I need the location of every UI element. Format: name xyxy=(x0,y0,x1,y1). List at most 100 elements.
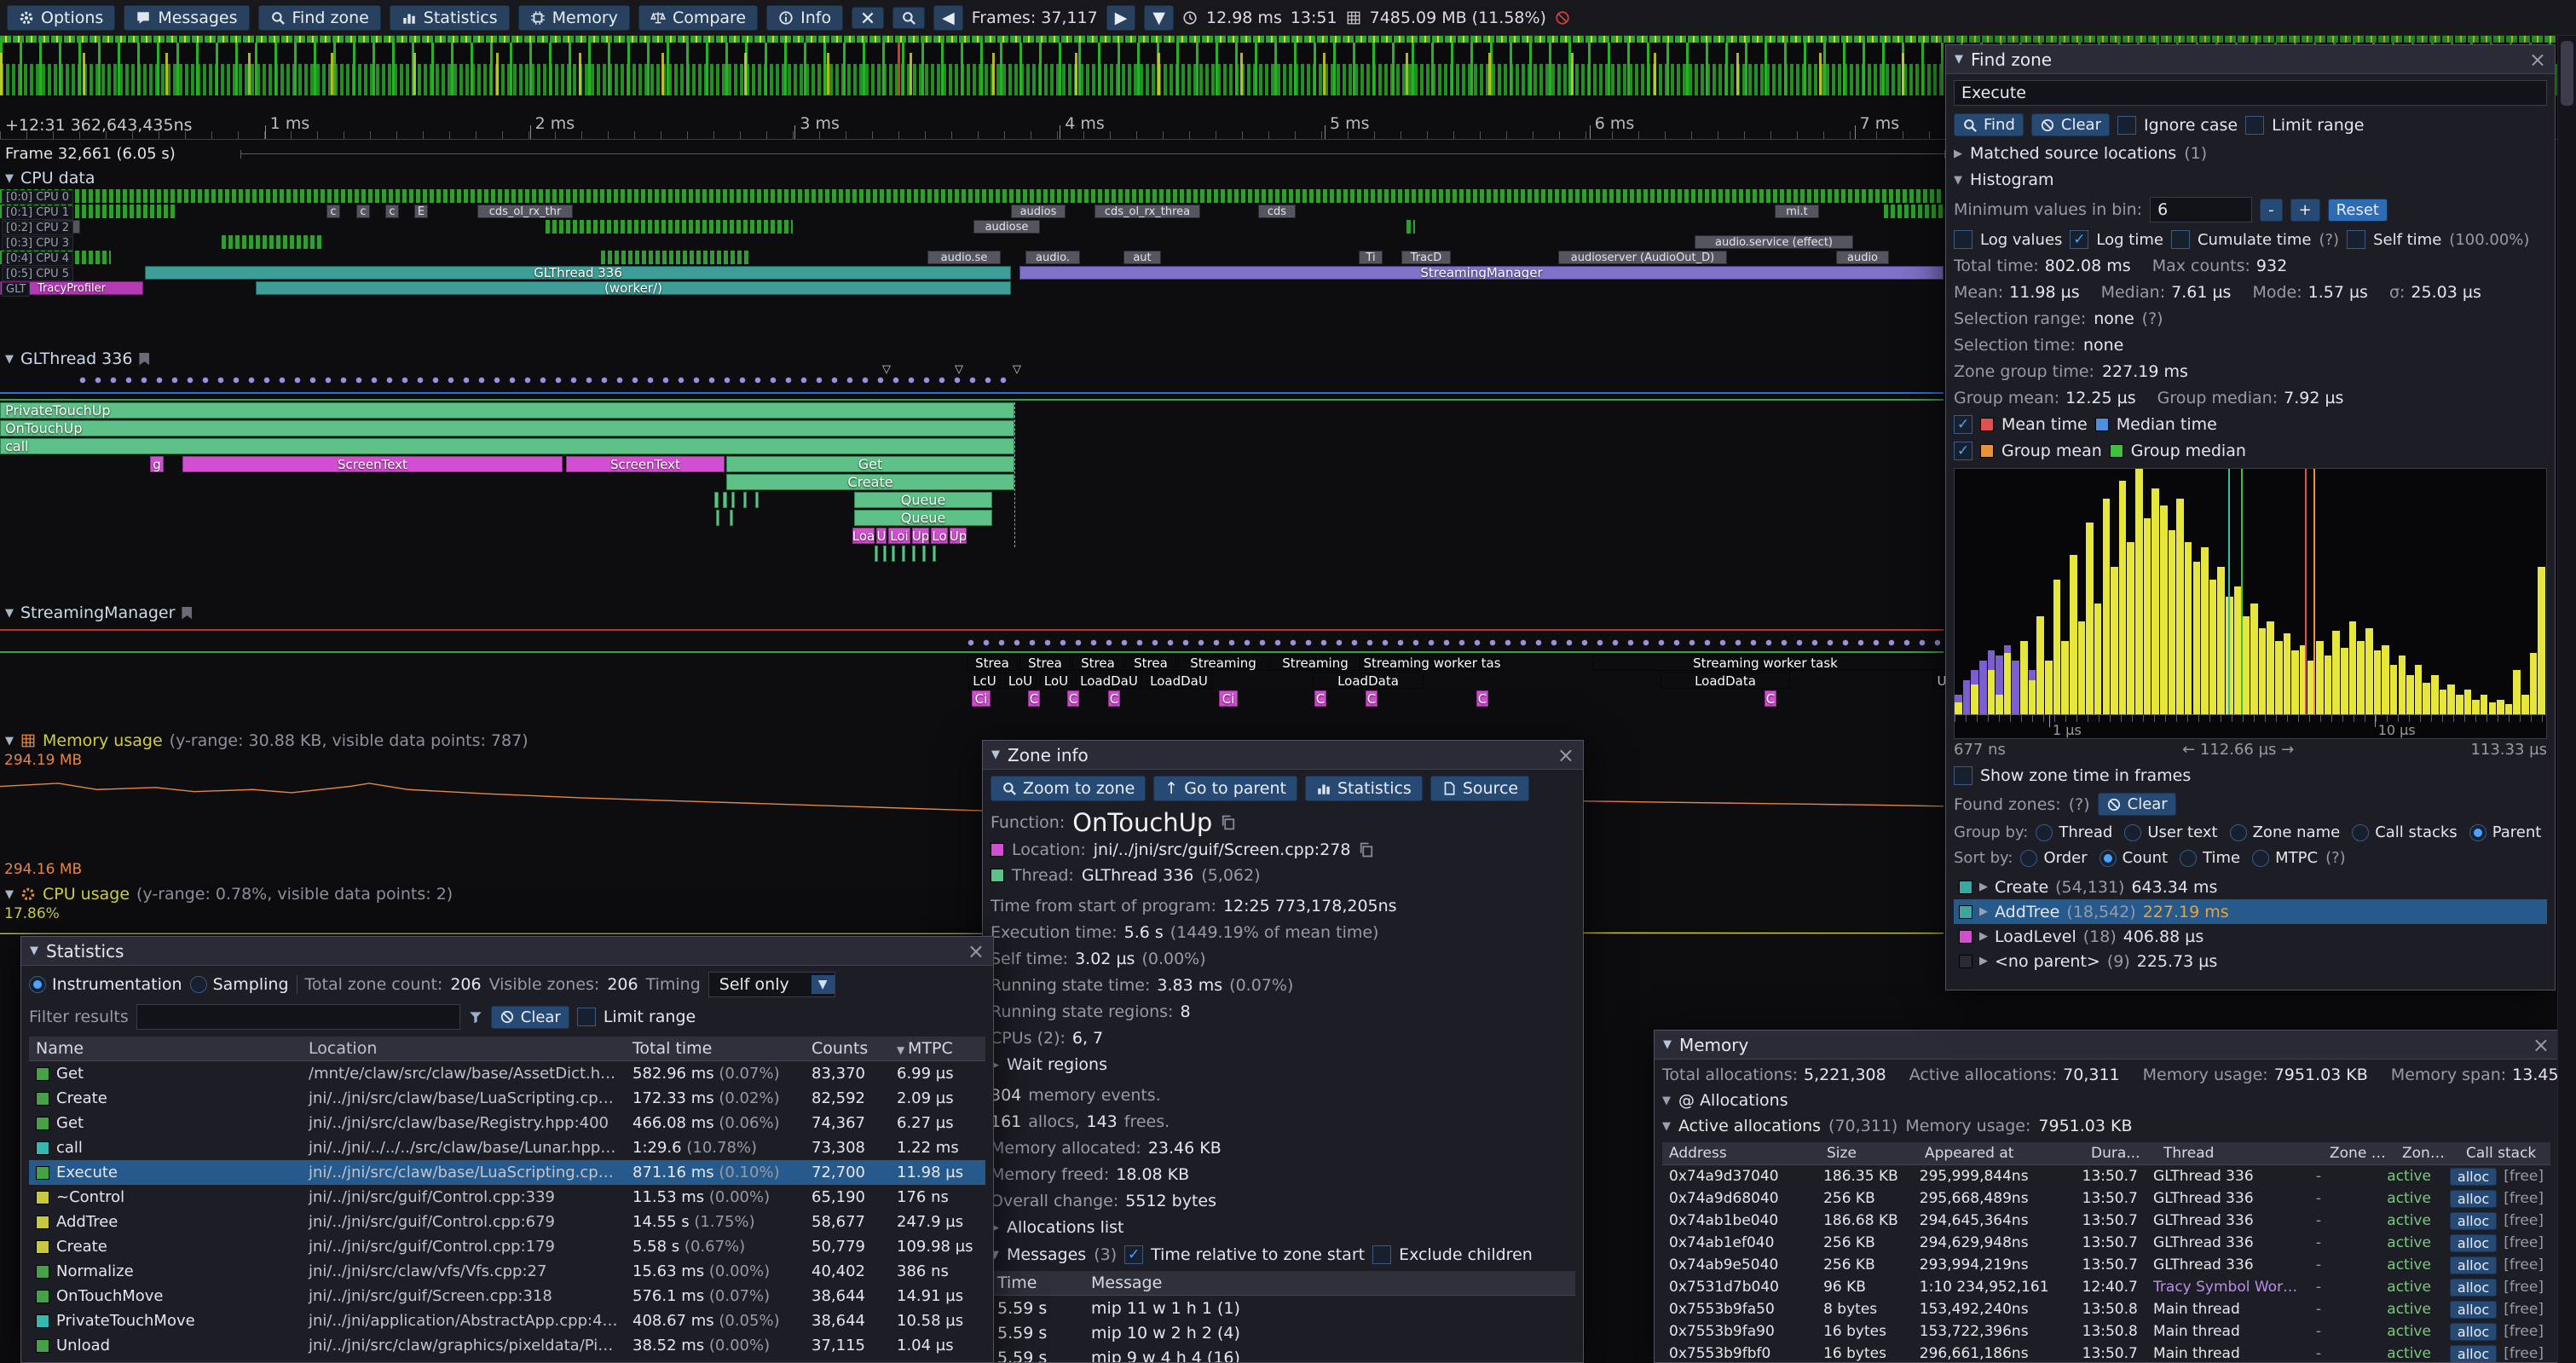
zone-bar[interactable] xyxy=(716,510,719,526)
zone-bar[interactable]: Ë xyxy=(414,205,428,218)
zone-bar[interactable]: audio.se xyxy=(927,251,1001,264)
zone-bar[interactable]: c xyxy=(356,205,370,218)
zone-bar[interactable] xyxy=(875,546,878,562)
zone-bar[interactable]: Up xyxy=(912,528,929,544)
zone-bar[interactable]: Ci xyxy=(972,690,991,707)
glthread-section-header[interactable]: ▼ GLThread 336 xyxy=(5,349,149,368)
message-row[interactable]: 5.59 s mip 9 w 4 h 4 (16) xyxy=(991,1345,1575,1362)
allocation-row[interactable]: 0x7531d7b040 96 KB 1:10 234,952,161 12:4… xyxy=(1662,1276,2550,1298)
statistics-table-header[interactable]: Name Location Total time Counts ▼ MTPC xyxy=(29,1037,985,1061)
zone-bar[interactable]: audioserver (AudioOut_D) xyxy=(1558,251,1727,264)
zone-bar[interactable] xyxy=(723,492,727,508)
memory-usage-graph[interactable] xyxy=(0,755,1944,859)
allocation-row[interactable]: 0x74ab1ef040 256 KB 294,629,948ns 13:50.… xyxy=(1662,1232,2550,1254)
matched-source-locations-toggle[interactable]: ▶ Matched source locations (1) xyxy=(1954,144,2547,163)
zone-bar[interactable]: Streaming worker task xyxy=(1592,655,1938,671)
found-zone-group[interactable]: ▶ LoadLevel (18) 406.88 µs xyxy=(1954,924,2547,949)
vertical-scrollbar[interactable] xyxy=(2557,36,2576,1363)
zone-bar[interactable]: PrivateTouchUp xyxy=(0,402,1014,419)
messages-button[interactable]: Messages xyxy=(124,5,249,31)
alloc-callstack-button[interactable]: alloc xyxy=(2450,1168,2497,1186)
streaming-zone-rows[interactable]: StreaStreaStreaStreaStreamingStreamingSt… xyxy=(0,655,1944,708)
zone-bar[interactable] xyxy=(922,546,926,562)
alloc-callstack-button[interactable]: alloc xyxy=(2450,1234,2497,1252)
allocation-row[interactable]: 0x74ab1be040 186.68 KB 294,645,364ns 13:… xyxy=(1662,1210,2550,1232)
alloc-callstack-button[interactable]: alloc xyxy=(2450,1301,2497,1319)
location-value[interactable]: jni/../jni/src/guif/Screen.cpp:278 xyxy=(1094,840,1351,859)
bookmark-icon[interactable] xyxy=(182,607,192,620)
clear-found-button[interactable]: Clear xyxy=(2098,793,2176,816)
help-icon[interactable]: (?) xyxy=(2325,849,2346,867)
zone-bar[interactable] xyxy=(883,546,887,562)
info-button[interactable]: Info xyxy=(766,5,843,31)
draw-group-lines-checkbox[interactable]: ✓ xyxy=(1954,442,1972,460)
found-zone-group[interactable]: ▶ <no parent> (9) 225.73 µs xyxy=(1954,949,2547,973)
zone-bar[interactable]: LoU xyxy=(1040,673,1072,689)
zone-bar[interactable]: Lo xyxy=(931,528,948,544)
zone-bar[interactable] xyxy=(601,251,750,264)
close-icon[interactable]: × xyxy=(967,941,985,962)
cpu-core-rows[interactable]: [0:0] CPU 0cccËcds_ol_rx_thraudioscds_ol… xyxy=(0,189,1944,297)
zone-bar[interactable]: Streaming xyxy=(1270,655,1360,671)
show-zone-time-checkbox[interactable]: ✓ xyxy=(1954,766,1972,785)
zone-bar[interactable]: audiose xyxy=(973,220,1040,234)
zone-bar[interactable]: c xyxy=(326,205,340,218)
draw-mean-lines-checkbox[interactable]: ✓ xyxy=(1954,415,1972,434)
column-name[interactable]: Name xyxy=(29,1037,302,1060)
zone-bar[interactable]: LoadData xyxy=(1661,673,1790,689)
zone-bar[interactable]: LoadDaU xyxy=(1146,673,1212,689)
go-to-parent-button[interactable]: ↑Go to parent xyxy=(1153,776,1297,801)
zone-bar[interactable]: (worker/) xyxy=(256,281,1011,295)
zone-bar[interactable] xyxy=(902,546,905,562)
zone-bar[interactable] xyxy=(743,492,747,508)
zone-statistics-button[interactable]: Statistics xyxy=(1305,776,1423,801)
next-frame-button[interactable]: ▶ xyxy=(1106,5,1136,31)
frame-overview-strip[interactable] xyxy=(0,36,2557,43)
zone-bar[interactable]: Queue xyxy=(854,510,992,526)
allocations-table-header[interactable]: Address Size Appeared at Dura... Thread … xyxy=(1662,1142,2550,1165)
zone-bar[interactable]: C xyxy=(1476,690,1488,707)
group-by-radio[interactable]: Zone name xyxy=(2230,823,2341,841)
zone-bar[interactable]: TracD xyxy=(1401,251,1451,264)
zone-bar[interactable] xyxy=(912,546,915,562)
exclude-children-checkbox[interactable]: ✓ xyxy=(1372,1245,1391,1264)
alloc-callstack-button[interactable]: alloc xyxy=(2450,1212,2497,1230)
zone-bar[interactable]: Strea xyxy=(1072,655,1123,671)
help-icon[interactable]: (?) xyxy=(2069,795,2090,814)
zone-bar[interactable]: StreamingManager xyxy=(1019,266,1944,280)
alloc-callstack-button[interactable]: alloc xyxy=(2450,1256,2497,1274)
zone-bar[interactable]: Strea xyxy=(1125,655,1176,671)
alloc-callstack-button[interactable]: alloc xyxy=(2450,1279,2497,1297)
zone-bar[interactable]: cds xyxy=(1258,205,1296,218)
column-counts[interactable]: Counts xyxy=(805,1037,890,1060)
zone-bar[interactable]: Up xyxy=(950,528,967,544)
instrumentation-radio[interactable]: Instrumentation xyxy=(29,975,182,994)
allocation-row[interactable]: 0x7553b9fa50 8 bytes 153,492,240ns 13:50… xyxy=(1662,1298,2550,1320)
bookmark-icon[interactable] xyxy=(139,353,149,366)
zone-bar[interactable]: Queue xyxy=(854,492,992,508)
thread-name[interactable]: GLThread 336 xyxy=(1082,866,1193,885)
options-button[interactable]: Options xyxy=(7,5,115,31)
memory-window-titlebar[interactable]: ▼ Memory × xyxy=(1655,1031,2558,1060)
zone-bar[interactable]: audio.service (effect) xyxy=(1695,235,1853,249)
zone-bar[interactable]: C xyxy=(1314,690,1326,707)
zone-bar[interactable]: GLThread 336 xyxy=(145,266,1011,280)
zone-bar[interactable]: cds_ol_rx_thr xyxy=(477,205,573,218)
zone-bar[interactable] xyxy=(222,235,324,249)
self-time-checkbox[interactable]: ✓ xyxy=(2347,230,2365,249)
statistics-table-row[interactable]: Create jni/../jni/src/guif/Control.cpp:1… xyxy=(29,1234,985,1259)
statistics-button[interactable]: Statistics xyxy=(390,5,510,31)
zone-bar[interactable] xyxy=(1406,220,1415,234)
glthread-zone-rows[interactable]: PrivateTouchUpOnTouchUpcallgScreenTextSc… xyxy=(0,402,1944,563)
streamingmanager-section-header[interactable]: ▼ StreamingManager xyxy=(5,604,192,622)
zone-bar[interactable]: C xyxy=(1366,690,1378,707)
sort-by-radio[interactable]: Count xyxy=(2099,849,2168,867)
zone-bar[interactable] xyxy=(731,492,735,508)
zone-bar[interactable] xyxy=(0,189,1944,203)
log-time-checkbox[interactable]: ✓ xyxy=(2070,230,2088,249)
clear-button[interactable]: Clear xyxy=(2031,113,2110,136)
filter-results-input[interactable] xyxy=(136,1004,460,1030)
zone-bar[interactable]: Get xyxy=(726,456,1014,472)
zone-bar[interactable]: Ti xyxy=(1359,251,1383,264)
time-relative-checkbox[interactable]: ✓ xyxy=(1124,1245,1143,1264)
